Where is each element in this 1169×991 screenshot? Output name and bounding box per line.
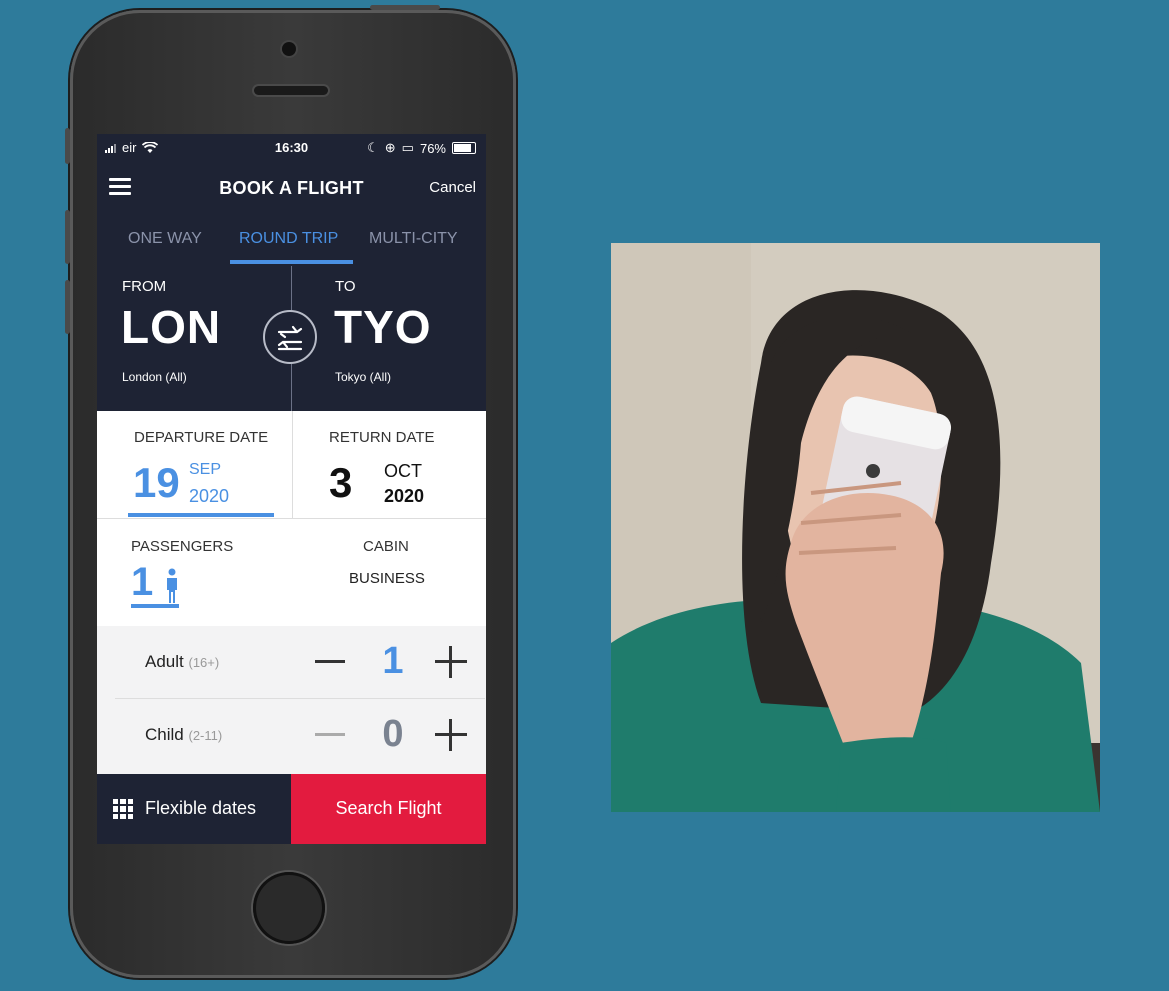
- departure-day: 19: [133, 459, 180, 506]
- nav-bar: BOOK A FLIGHT Cancel: [97, 162, 486, 212]
- child-minus-button[interactable]: [315, 733, 345, 736]
- destination-selector[interactable]: TO TYO Tokyo (All): [292, 266, 486, 411]
- mute-switch: [65, 128, 70, 164]
- passengers-selected-indicator: [131, 604, 179, 608]
- calendar-grid-icon: [113, 799, 133, 819]
- adult-label: Adult (16+): [145, 652, 219, 672]
- battery-percent: 76%: [419, 140, 446, 156]
- swap-route-button[interactable]: [263, 310, 317, 364]
- status-bar: eir 16:30 ☾ ⊕ ▭ 76%: [97, 134, 486, 162]
- return-year: 2020: [384, 486, 425, 506]
- tab-one-way[interactable]: ONE WAY: [128, 230, 202, 248]
- origin-selector[interactable]: FROM LON London (All): [97, 266, 291, 411]
- flexible-dates-button[interactable]: Flexible dates: [97, 774, 291, 844]
- from-city: London (All): [122, 370, 187, 384]
- lock-rotation-icon: ⊕: [384, 140, 396, 155]
- search-flight-label: Search Flight: [335, 798, 442, 818]
- child-name: Child: [145, 725, 184, 744]
- to-label: TO: [335, 278, 356, 295]
- departure-selected-indicator: [128, 513, 274, 517]
- child-counter-row: Child (2-11) 0: [115, 699, 485, 771]
- return-day: 3: [329, 459, 353, 506]
- departure-month: SEP: [189, 461, 222, 478]
- to-city: Tokyo (All): [335, 370, 392, 384]
- page-title: BOOK A FLIGHT: [219, 178, 364, 198]
- return-date-selector[interactable]: RETURN DATE 3 OCT 2020: [293, 411, 486, 518]
- child-count: 0: [382, 713, 404, 755]
- passenger-counters: Adult (16+) 1 Child (2-11) 0: [97, 626, 486, 774]
- flexible-dates-label: Flexible dates: [145, 798, 257, 818]
- route-section: FROM LON London (All) TO TYO Tokyo (All): [97, 266, 486, 411]
- dates-section: DEPARTURE DATE 19 SEP 2020 RETURN DATE 3…: [97, 411, 486, 519]
- return-month: OCT: [384, 461, 422, 481]
- from-label: FROM: [122, 278, 167, 295]
- cabin-value: BUSINESS: [349, 570, 425, 587]
- passengers-selector[interactable]: PASSENGERS 1: [97, 518, 292, 626]
- child-label: Child (2-11): [145, 725, 222, 745]
- home-button[interactable]: [253, 872, 325, 944]
- adult-name: Adult: [145, 652, 184, 671]
- webcam-person-image: [611, 243, 1100, 812]
- child-plus-button[interactable]: [435, 719, 467, 751]
- plane-swap-icon: [277, 325, 303, 351]
- departure-year: 2020: [189, 486, 230, 506]
- departure-date-selector[interactable]: DEPARTURE DATE 19 SEP 2020: [97, 411, 292, 518]
- front-camera: [282, 42, 296, 56]
- adult-minus-button[interactable]: [315, 660, 345, 663]
- app-screen: eir 16:30 ☾ ⊕ ▭ 76% BOOK A FLIGHT Cancel…: [97, 134, 486, 844]
- adult-count: 1: [382, 640, 404, 682]
- webcam-video: [611, 243, 1100, 812]
- tab-round-trip[interactable]: ROUND TRIP: [239, 230, 338, 248]
- active-tab-indicator: [230, 260, 353, 264]
- departure-label: DEPARTURE DATE: [134, 429, 269, 446]
- passengers-label: PASSENGERS: [131, 538, 234, 555]
- search-flight-button[interactable]: Search Flight: [291, 774, 486, 844]
- from-code: LON: [121, 301, 222, 353]
- child-age-range: (2-11): [188, 728, 223, 743]
- cancel-button[interactable]: Cancel: [429, 179, 476, 196]
- volume-down-button: [65, 280, 70, 334]
- trip-type-tabs: ONE WAY ROUND TRIP MULTI-CITY: [97, 212, 486, 266]
- person-icon: [167, 568, 177, 603]
- screen-mirror-icon: ▭: [401, 140, 414, 155]
- return-label: RETURN DATE: [329, 429, 435, 446]
- footer-actions: Flexible dates Search Flight: [97, 774, 486, 844]
- tab-multi-city[interactable]: MULTI-CITY: [369, 230, 458, 248]
- battery-icon: [452, 142, 476, 154]
- volume-up-button: [65, 210, 70, 264]
- passenger-count: 1: [131, 560, 154, 604]
- power-button: [370, 5, 440, 10]
- to-code: TYO: [334, 301, 432, 353]
- earpiece-speaker: [254, 86, 328, 95]
- passengers-section: PASSENGERS 1 CABIN BUSINESS: [97, 518, 486, 627]
- cabin-label: CABIN: [363, 538, 409, 555]
- adult-age-range: (16+): [188, 655, 220, 670]
- adult-counter-row: Adult (16+) 1: [115, 626, 485, 698]
- adult-plus-button[interactable]: [435, 646, 467, 678]
- moon-icon: ☾: [367, 140, 379, 155]
- cabin-selector[interactable]: CABIN BUSINESS: [292, 518, 486, 626]
